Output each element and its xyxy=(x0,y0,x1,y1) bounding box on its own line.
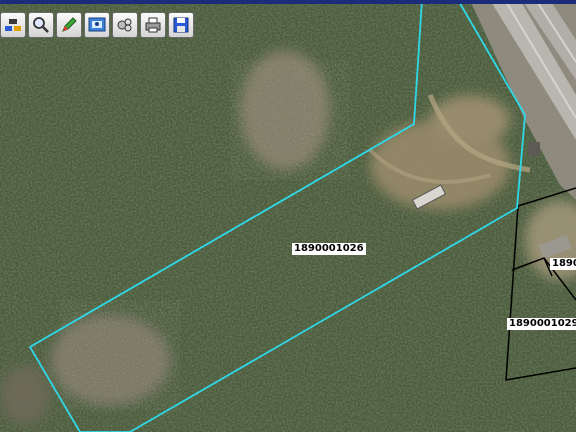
zoom-icon xyxy=(31,15,51,35)
clearing-speckle-2 xyxy=(60,300,180,410)
header-bar xyxy=(0,0,576,4)
select-icon xyxy=(115,15,135,35)
parcel-label-lower-right[interactable]: 1890001029 xyxy=(507,318,576,330)
save-icon xyxy=(171,15,191,35)
clearing-speckle xyxy=(230,60,350,180)
zoom-tool-button[interactable] xyxy=(28,12,54,38)
outbuilding xyxy=(528,142,540,156)
parcel-label-main[interactable]: 1890001026 xyxy=(292,243,366,255)
pencil-icon xyxy=(59,15,79,35)
map-toolbar xyxy=(0,12,196,40)
save-tool-button[interactable] xyxy=(168,12,194,38)
print-icon xyxy=(143,15,163,35)
layers-tool-button[interactable] xyxy=(0,12,26,38)
layers-icon xyxy=(3,15,23,35)
pencil-tool-button[interactable] xyxy=(56,12,82,38)
print-tool-button[interactable] xyxy=(140,12,166,38)
identify-tool-button[interactable] xyxy=(84,12,110,38)
parcel-label-right-partial[interactable]: 1890001 xyxy=(550,258,576,270)
aerial-map[interactable] xyxy=(0,0,576,432)
select-tool-button[interactable] xyxy=(112,12,138,38)
identify-icon xyxy=(87,15,107,35)
